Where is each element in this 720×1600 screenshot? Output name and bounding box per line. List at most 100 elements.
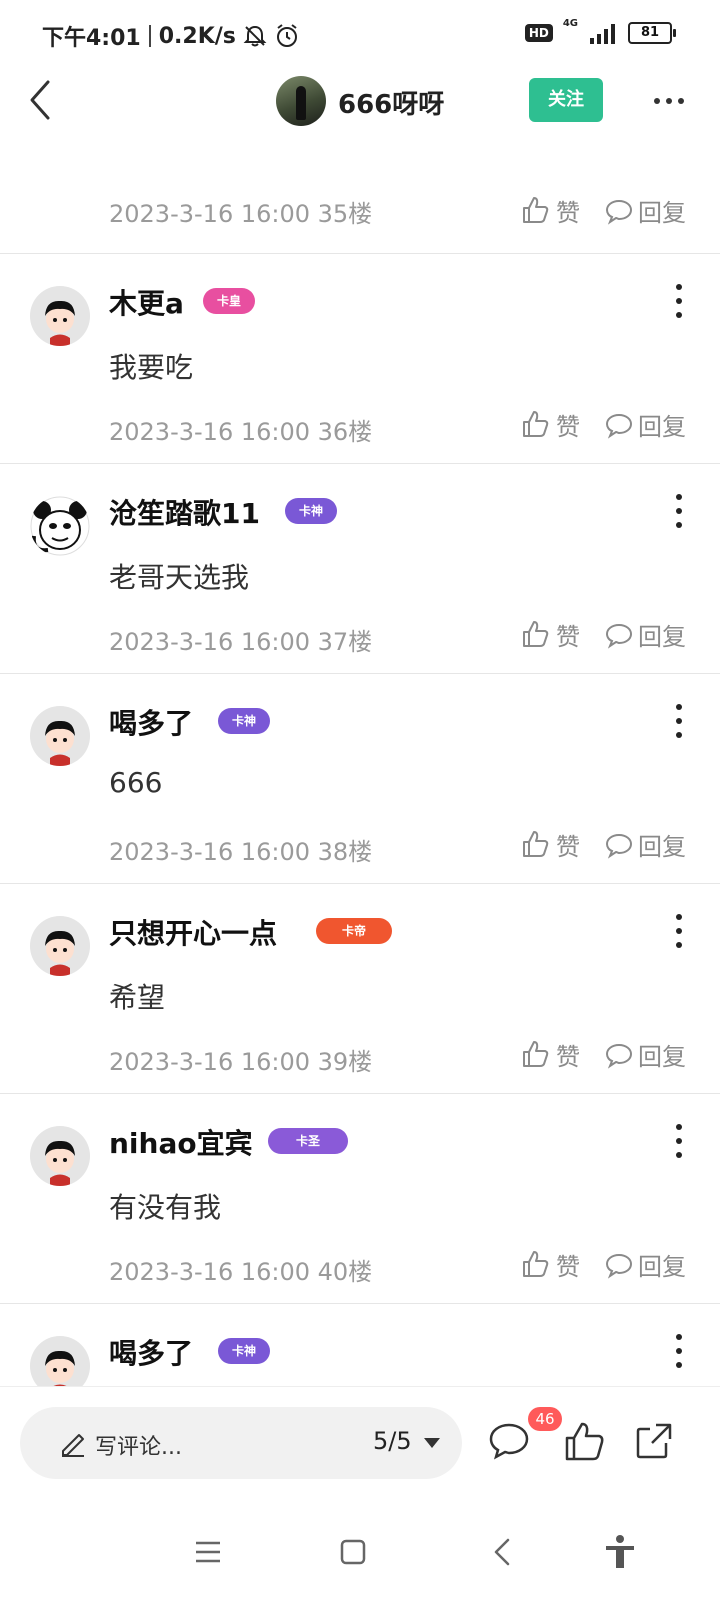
- more-dot-icon: [678, 98, 684, 104]
- author-avatar[interactable]: [276, 76, 326, 126]
- menu-nav-button[interactable]: [188, 1532, 228, 1572]
- accessibility-button[interactable]: [600, 1532, 640, 1572]
- comment-input[interactable]: 写评论... 5/5: [20, 1407, 462, 1479]
- reply-bubble-icon: [605, 623, 633, 649]
- user-name[interactable]: nihao宜宾: [109, 1122, 253, 1162]
- comment-menu-button[interactable]: [674, 1124, 684, 1158]
- user-avatar[interactable]: [30, 1126, 90, 1186]
- alarm-icon: [276, 24, 297, 47]
- reply-button[interactable]: 回复: [604, 404, 686, 444]
- user-avatar[interactable]: [30, 496, 90, 556]
- thumbs-up-icon: [523, 411, 549, 437]
- page-indicator[interactable]: 5/5: [373, 1427, 412, 1455]
- like-button[interactable]: 赞: [520, 190, 580, 230]
- like-button[interactable]: 赞: [520, 1034, 580, 1074]
- more-options-button[interactable]: [654, 86, 690, 116]
- cartoon-avatar-icon: [30, 1126, 90, 1186]
- comment-item: 喝多了 卡神 666 2023-3-16 16:00 38楼 赞 回复: [0, 673, 720, 889]
- clock-time: 下午4:01: [42, 26, 141, 51]
- level-badge: 卡圣: [268, 1128, 348, 1154]
- comment-text: 666: [109, 766, 163, 799]
- caret-down-icon[interactable]: [422, 1433, 442, 1453]
- like-label: 赞: [556, 832, 580, 861]
- like-button[interactable]: 赞: [520, 614, 580, 654]
- comment-item: 沧笙踏歌11 卡神 老哥天选我 2023-3-16 16:00 37楼 赞 回复: [0, 463, 720, 679]
- thumbs-up-icon: [565, 1422, 604, 1461]
- comment-meta: 2023-3-16 16:00 37楼: [109, 628, 373, 656]
- reply-bubble-icon: [605, 1253, 633, 1279]
- battery-indicator: 81: [628, 22, 676, 44]
- comment-count-badge: 46: [528, 1407, 562, 1431]
- reply-bubble-icon: [605, 833, 633, 859]
- thumbs-up-icon: [523, 831, 549, 857]
- level-badge: 卡神: [285, 498, 337, 524]
- share-icon: [636, 1423, 672, 1459]
- level-badge: 卡皇: [203, 288, 255, 314]
- cartoon-avatar-icon: [30, 916, 90, 976]
- reply-button[interactable]: 回复: [604, 614, 686, 654]
- comment-item: nihao宜宾 卡圣 有没有我 2023-3-16 16:00 40楼 赞 回复: [0, 1093, 720, 1309]
- back-nav-button[interactable]: [483, 1532, 523, 1572]
- comment-meta: 2023-3-16 16:00 36楼: [109, 418, 373, 446]
- comment-menu-button[interactable]: [674, 914, 684, 948]
- reply-button[interactable]: 回复: [604, 824, 686, 864]
- pencil-icon: [62, 1434, 84, 1457]
- back-button[interactable]: [20, 78, 60, 122]
- reply-label: 回复: [638, 622, 686, 651]
- user-name[interactable]: 喝多了: [109, 1332, 193, 1372]
- like-button[interactable]: 赞: [520, 1244, 580, 1284]
- comment-menu-button[interactable]: [674, 704, 684, 738]
- user-name[interactable]: 木更a: [109, 282, 184, 322]
- thumbs-up-icon: [523, 197, 549, 223]
- bottom-action-bar: 写评论... 5/5 46: [0, 1386, 720, 1507]
- level-badge: 卡帝: [316, 918, 392, 944]
- status-left: 下午4:01 0.2K/s: [42, 20, 300, 52]
- level-badge: 卡神: [218, 708, 270, 734]
- more-dot-icon: [654, 98, 660, 104]
- follow-button[interactable]: 关注: [529, 78, 603, 122]
- user-avatar[interactable]: [30, 706, 90, 766]
- user-avatar[interactable]: [30, 1336, 90, 1386]
- comment-meta: 2023-3-16 16:00 40楼: [109, 1258, 373, 1286]
- user-name[interactable]: 沧笙踏歌11: [109, 492, 260, 532]
- comments-button[interactable]: [487, 1419, 531, 1463]
- user-name[interactable]: 喝多了: [109, 702, 193, 742]
- comment-text: 老哥天选我: [109, 561, 250, 594]
- reply-bubble-icon: [605, 413, 633, 439]
- user-avatar[interactable]: [30, 916, 90, 976]
- reply-button[interactable]: 回复: [604, 190, 686, 230]
- comment-menu-button[interactable]: [674, 1334, 684, 1368]
- share-button[interactable]: [632, 1419, 676, 1463]
- thumbs-up-icon: [523, 1041, 549, 1067]
- reply-bubble-icon: [605, 1043, 633, 1069]
- hd-badge: HD: [524, 24, 553, 42]
- comment-menu-button[interactable]: [674, 494, 684, 528]
- reply-button[interactable]: 回复: [604, 1244, 686, 1284]
- comment-item: 只想开心一点 卡帝 希望 2023-3-16 16:00 39楼 赞 回复: [0, 883, 720, 1099]
- nav-bar: 666呀呀 关注: [0, 70, 720, 134]
- like-label: 赞: [556, 412, 580, 441]
- comment-meta-row-35: 2023-3-16 16:00 35楼 赞 回复: [0, 190, 720, 253]
- reply-button[interactable]: 回复: [604, 1034, 686, 1074]
- comment-meta: 2023-3-16 16:00 35楼: [109, 200, 373, 228]
- user-avatar[interactable]: [30, 286, 90, 346]
- like-post-button[interactable]: [562, 1419, 606, 1463]
- level-badge: 卡神: [218, 1338, 270, 1364]
- comment-text: 有没有我: [109, 1191, 222, 1224]
- mute-bell-icon: [243, 25, 267, 47]
- status-bar: 下午4:01 0.2K/s HD 4G 81: [0, 0, 720, 70]
- comment-text: 希望: [109, 981, 166, 1014]
- like-button[interactable]: 赞: [520, 404, 580, 444]
- chevron-left-icon: [30, 80, 50, 120]
- panda-avatar-icon: [30, 496, 90, 556]
- comment-menu-button[interactable]: [674, 284, 684, 318]
- status-separator: [148, 25, 151, 47]
- user-name[interactable]: 只想开心一点: [109, 912, 277, 952]
- comment-meta: 2023-3-16 16:00 38楼: [109, 838, 373, 866]
- page-title: 666呀呀: [338, 90, 445, 120]
- menu-lines-icon: [196, 1541, 220, 1563]
- reply-label: 回复: [638, 1042, 686, 1071]
- like-button[interactable]: 赞: [520, 824, 580, 864]
- like-label: 赞: [556, 1042, 580, 1071]
- home-nav-button[interactable]: [333, 1532, 373, 1572]
